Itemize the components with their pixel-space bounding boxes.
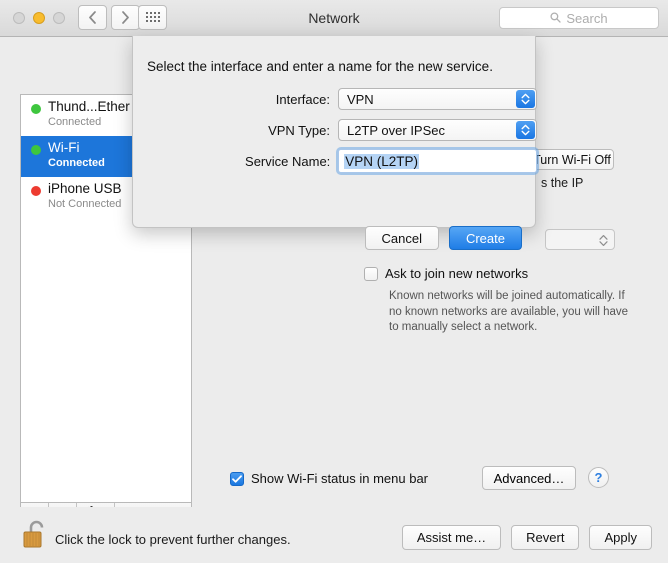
- interface-label: Interface:: [133, 92, 338, 107]
- interface-value: VPN: [347, 92, 374, 107]
- checkmark-icon: [232, 471, 242, 486]
- advanced-button[interactable]: Advanced…: [482, 466, 576, 490]
- search-input[interactable]: Search: [499, 7, 659, 29]
- service-status: Connected: [48, 157, 105, 170]
- vpn-type-popup-button[interactable]: L2TP over IPSec: [338, 119, 537, 141]
- sheet-button-group: Cancel Create: [365, 226, 523, 250]
- service-name-value: VPN (L2TP): [344, 154, 419, 169]
- ask-to-join-label: Ask to join new networks: [385, 266, 528, 281]
- bottom-button-group: Assist me… Revert Apply: [402, 525, 652, 550]
- turn-wifi-off-button[interactable]: Turn Wi-Fi Off: [530, 149, 614, 170]
- interface-field-row: Interface: VPN: [133, 88, 537, 110]
- service-name: Wi-Fi: [48, 140, 105, 156]
- vpn-type-field-row: VPN Type: L2TP over IPSec: [133, 119, 537, 141]
- status-dot-green: [31, 104, 41, 114]
- lock-hint-text: Click the lock to prevent further change…: [55, 532, 291, 547]
- cancel-button[interactable]: Cancel: [365, 226, 439, 250]
- create-button[interactable]: Create: [449, 226, 522, 250]
- service-name-input[interactable]: VPN (L2TP): [338, 149, 537, 173]
- service-name-label: Service Name:: [133, 154, 338, 169]
- service-name: iPhone USB: [48, 181, 122, 197]
- ask-to-join-row[interactable]: Ask to join new networks: [364, 266, 528, 281]
- assist-me-button[interactable]: Assist me…: [402, 525, 501, 550]
- stepper-chevrons-icon: [516, 121, 535, 139]
- vpn-type-value: L2TP over IPSec: [347, 123, 445, 138]
- window-titlebar: Network Search: [0, 0, 668, 37]
- apply-button[interactable]: Apply: [589, 525, 652, 550]
- stepper-chevrons-icon: [599, 234, 608, 250]
- show-wifi-status-label: Show Wi-Fi status in menu bar: [251, 471, 428, 486]
- service-status: Connected: [48, 116, 130, 129]
- sheet-title: Select the interface and enter a name fo…: [147, 59, 493, 74]
- status-dot-red: [31, 186, 41, 196]
- revert-button[interactable]: Revert: [511, 525, 579, 550]
- search-placeholder: Search: [566, 11, 607, 26]
- interface-popup-button[interactable]: VPN: [338, 88, 537, 110]
- search-icon: [550, 11, 561, 26]
- vpn-type-label: VPN Type:: [133, 123, 338, 138]
- preferences-bottom-bar: Click the lock to prevent further change…: [0, 507, 668, 563]
- unlocked-padlock-icon[interactable]: [20, 516, 52, 552]
- stepper-chevrons-icon: [516, 90, 535, 108]
- service-name: Thund...Ether: [48, 99, 130, 115]
- service-name-field-row: Service Name: VPN (L2TP): [133, 149, 537, 173]
- help-button[interactable]: ?: [588, 467, 609, 488]
- status-dot-green: [31, 145, 41, 155]
- ask-to-join-help-text: Known networks will be joined automatica…: [389, 289, 629, 336]
- ip-status-text: s the IP: [541, 176, 583, 190]
- show-wifi-status-checkbox[interactable]: [230, 472, 244, 486]
- network-name-popup[interactable]: [545, 229, 615, 250]
- ask-to-join-checkbox[interactable]: [364, 267, 378, 281]
- show-wifi-status-row[interactable]: Show Wi-Fi status in menu bar: [230, 471, 428, 486]
- service-status: Not Connected: [48, 198, 122, 211]
- new-service-sheet: Select the interface and enter a name fo…: [132, 36, 536, 228]
